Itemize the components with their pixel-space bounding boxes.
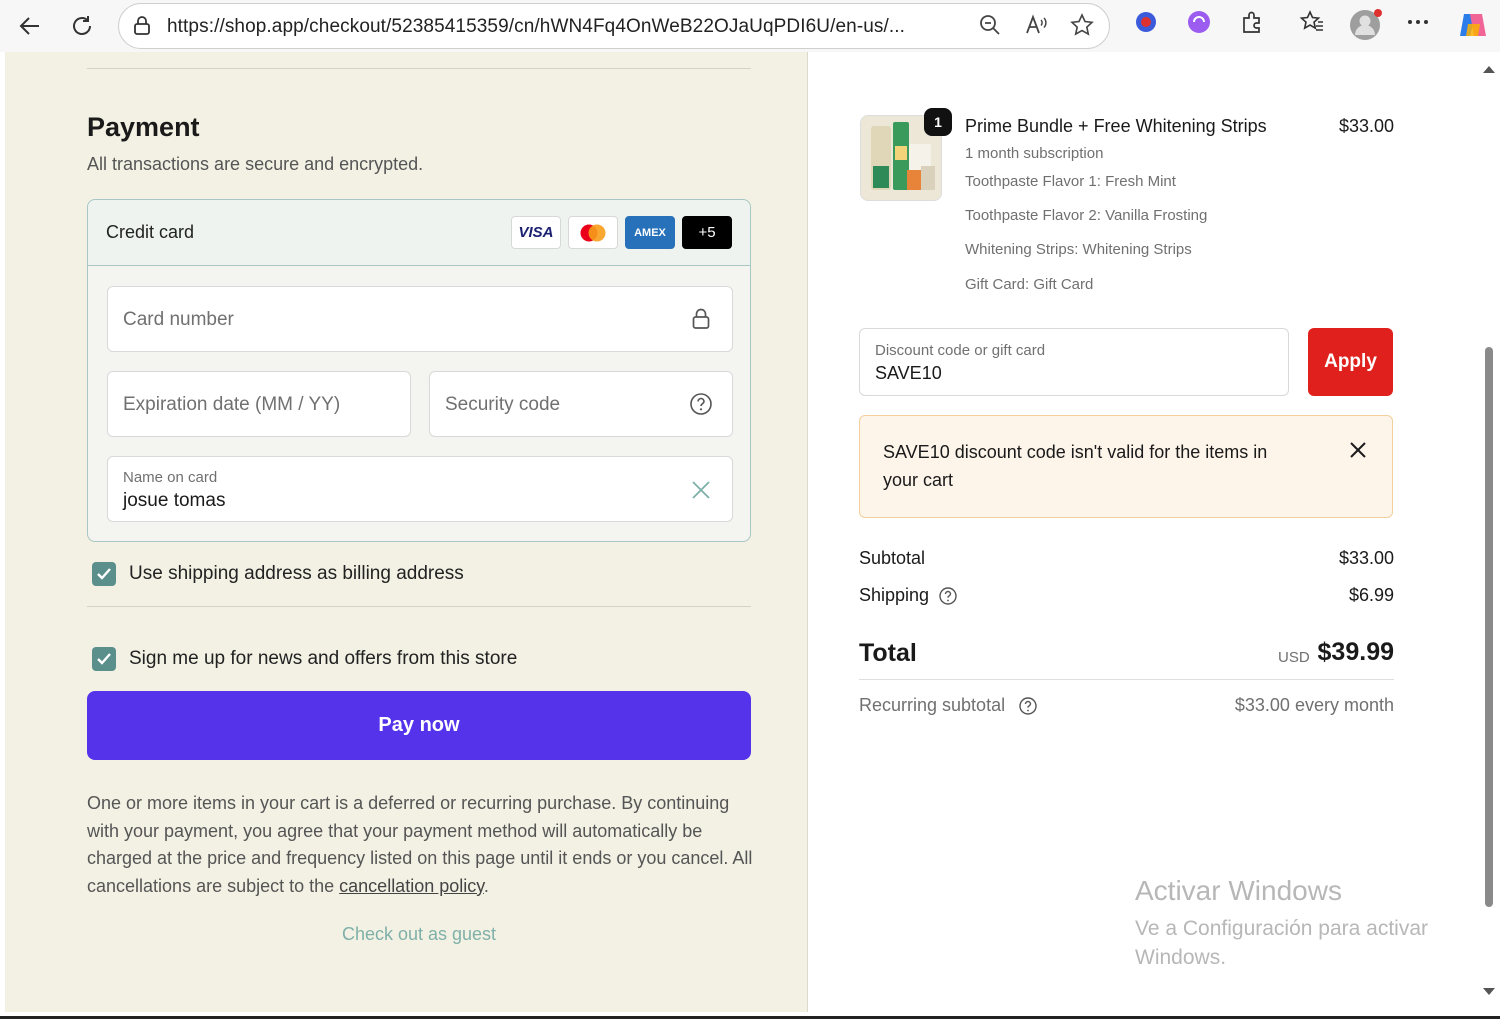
product-detail: Whitening Strips: Whitening Strips — [965, 241, 1192, 258]
profile-avatar-icon[interactable] — [1349, 8, 1383, 47]
recurring-subtotal-label: Recurring subtotal — [859, 695, 1006, 715]
card-number-field[interactable]: Card number — [107, 286, 733, 352]
summary-divider — [859, 679, 1394, 680]
more-cards-badge: +5 — [682, 216, 732, 249]
credit-card-label: Credit card — [106, 222, 195, 242]
discount-error-alert: SAVE10 discount code isn't valid for the… — [859, 415, 1393, 518]
reload-icon[interactable] — [64, 8, 100, 44]
more-menu-icon[interactable] — [1404, 8, 1432, 41]
newsletter-label[interactable]: Sign me up for news and offers from this… — [129, 648, 517, 670]
address-bar[interactable]: https://shop.app/checkout/52385415359/cn… — [118, 3, 1110, 49]
product-name: Prime Bundle + Free Whitening Strips — [965, 116, 1267, 136]
extensions-puzzle-icon[interactable] — [1238, 8, 1266, 41]
product-detail: Toothpaste Flavor 2: Vanilla Frosting — [965, 207, 1208, 224]
expiration-date-field[interactable]: Expiration date (MM / YY) — [107, 371, 411, 437]
shipping-label: Shipping — [859, 585, 930, 605]
product-detail: Toothpaste Flavor 1: Fresh Mint — [965, 173, 1176, 190]
windows-activation-title: Activar Windows — [1135, 875, 1342, 906]
name-on-card-label: Name on card — [123, 469, 218, 486]
product-detail: 1 month subscription — [965, 145, 1104, 162]
newsletter-checkbox[interactable] — [92, 647, 116, 671]
subtotal-value: $33.00 — [1338, 548, 1394, 568]
checkout-page: Payment All transactions are secure and … — [0, 52, 1500, 1019]
extension-purple-icon[interactable] — [1185, 8, 1213, 41]
pay-now-button[interactable]: Pay now — [87, 691, 751, 760]
credit-card-header[interactable]: Credit card VISA AMEX +5 — [88, 200, 750, 266]
checkout-as-guest-link[interactable]: Check out as guest — [87, 924, 751, 945]
security-code-field[interactable]: Security code — [429, 371, 733, 437]
product-price: $33.00 — [1338, 116, 1394, 136]
extension-shield-icon[interactable] — [1132, 8, 1160, 41]
top-divider — [87, 68, 751, 69]
scroll-down-arrow-icon[interactable] — [1483, 988, 1495, 995]
close-icon[interactable] — [1348, 440, 1368, 465]
subtotal-label: Subtotal — [859, 548, 926, 568]
url-text[interactable]: https://shop.app/checkout/52385415359/cn… — [167, 16, 905, 38]
name-on-card-value[interactable]: josue tomas — [123, 490, 225, 512]
back-arrow-icon[interactable] — [12, 8, 48, 44]
clear-x-icon[interactable] — [690, 479, 712, 506]
shipping-help-icon[interactable] — [938, 586, 958, 611]
discount-code-label: Discount code or gift card — [875, 342, 1046, 359]
payment-subtitle: All transactions are secure and encrypte… — [87, 154, 424, 174]
product-detail: Gift Card: Gift Card — [965, 276, 1094, 293]
help-circle-icon[interactable] — [689, 392, 713, 421]
copilot-icon[interactable] — [1456, 8, 1490, 47]
apply-discount-button[interactable]: Apply — [1308, 328, 1393, 396]
amex-logo: AMEX — [625, 216, 675, 249]
billing-address-label[interactable]: Use shipping address as billing address — [129, 563, 464, 585]
browser-toolbar: https://shop.app/checkout/52385415359/cn… — [0, 0, 1500, 52]
cancellation-policy-link[interactable]: cancellation policy — [339, 876, 484, 896]
recurring-help-icon[interactable] — [1018, 696, 1038, 721]
expiration-placeholder: Expiration date (MM / YY) — [123, 394, 341, 415]
security-code-placeholder: Security code — [445, 394, 561, 415]
discount-code-field[interactable]: Discount code or gift card SAVE10 — [859, 328, 1289, 396]
discount-code-value[interactable]: SAVE10 — [875, 363, 942, 384]
quantity-badge: 1 — [924, 108, 952, 136]
lock-icon[interactable] — [131, 15, 153, 42]
recurring-legal-text: One or more items in your cart is a defe… — [87, 790, 757, 900]
windows-activation-subtitle: Ve a Configuración para activar Windows. — [1135, 917, 1429, 969]
scroll-thumb[interactable] — [1485, 347, 1493, 907]
discount-error-text: SAVE10 discount code isn't valid for the… — [883, 442, 1268, 490]
favorites-list-icon[interactable] — [1298, 8, 1326, 41]
recurring-subtotal-value: $33.00 every month — [1234, 695, 1394, 715]
visa-logo: VISA — [511, 216, 561, 249]
zoom-icon[interactable] — [977, 12, 1003, 43]
card-number-placeholder: Card number — [123, 309, 234, 330]
read-aloud-icon[interactable] — [1023, 12, 1049, 43]
name-on-card-field[interactable]: Name on card josue tomas — [107, 456, 733, 522]
mastercard-logo — [568, 216, 618, 249]
page-scrollbar[interactable] — [1479, 52, 1500, 1012]
credit-card-box: Credit card VISA AMEX +5 Card number Exp… — [87, 199, 751, 542]
shipping-value: $6.99 — [1348, 585, 1394, 605]
total-currency: USD — [1278, 649, 1310, 666]
lock-icon — [690, 307, 712, 336]
total-value: $39.99 — [1317, 638, 1394, 666]
favorite-star-icon[interactable] — [1069, 12, 1095, 43]
legal-text-end: . — [483, 875, 489, 896]
total-label: Total — [859, 639, 917, 667]
payment-title: Payment — [87, 112, 200, 142]
billing-address-checkbox[interactable] — [92, 562, 116, 586]
scroll-up-arrow-icon[interactable] — [1483, 66, 1495, 73]
checkbox-divider — [87, 606, 751, 607]
